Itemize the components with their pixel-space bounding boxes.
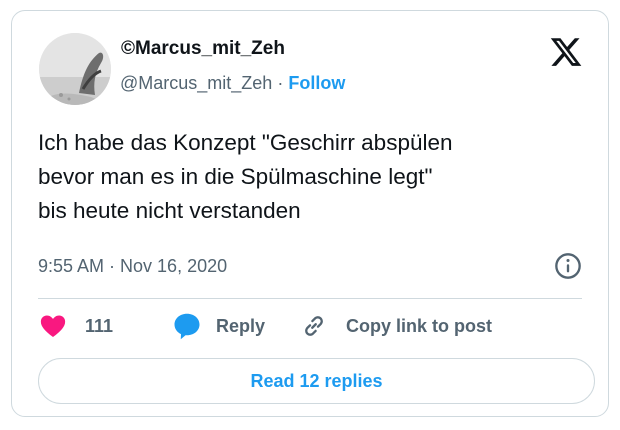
author-handle[interactable]: @Marcus_mit_Zeh bbox=[120, 73, 272, 93]
tweet-text-line: Ich habe das Konzept "Geschirr abspülen bbox=[38, 130, 453, 155]
x-logo-icon[interactable] bbox=[548, 35, 584, 69]
reply-bubble-icon bbox=[174, 313, 200, 340]
reply-label: Reply bbox=[216, 315, 266, 336]
read-replies-button[interactable]: Read 12 replies bbox=[38, 358, 595, 404]
tweet-timestamp[interactable]: 9:55 AM · Nov 16, 2020 bbox=[38, 256, 227, 277]
copy-link-label: Copy link to post bbox=[346, 315, 492, 336]
link-icon bbox=[305, 316, 323, 336]
action-bar: 111 Reply Copy link to post bbox=[38, 311, 598, 341]
heart-icon bbox=[40, 315, 66, 337]
author-name[interactable]: ©Marcus_mit_Zeh bbox=[121, 38, 285, 60]
follow-button[interactable]: Follow bbox=[288, 73, 345, 93]
handle-separator: · bbox=[272, 73, 289, 93]
tweet-text: Ich habe das Konzept "Geschirr abspülen … bbox=[38, 126, 598, 228]
reply-button[interactable]: Reply bbox=[172, 311, 265, 341]
divider bbox=[38, 298, 582, 299]
author-handle-row: @Marcus_mit_Zeh · Follow bbox=[120, 73, 345, 94]
like-count: 111 bbox=[85, 315, 114, 336]
avatar-image bbox=[39, 33, 111, 105]
like-button[interactable]: 111 bbox=[38, 311, 113, 341]
tweet-text-line: bis heute nicht verstanden bbox=[38, 198, 301, 223]
tweet-text-line: bevor man es in die Spülmaschine legt" bbox=[38, 164, 433, 189]
avatar[interactable] bbox=[39, 33, 111, 105]
copy-link-button[interactable]: Copy link to post bbox=[300, 311, 492, 341]
info-icon[interactable] bbox=[554, 252, 582, 280]
tweet-card: ©Marcus_mit_Zeh @Marcus_mit_Zeh · Follow… bbox=[11, 10, 609, 417]
